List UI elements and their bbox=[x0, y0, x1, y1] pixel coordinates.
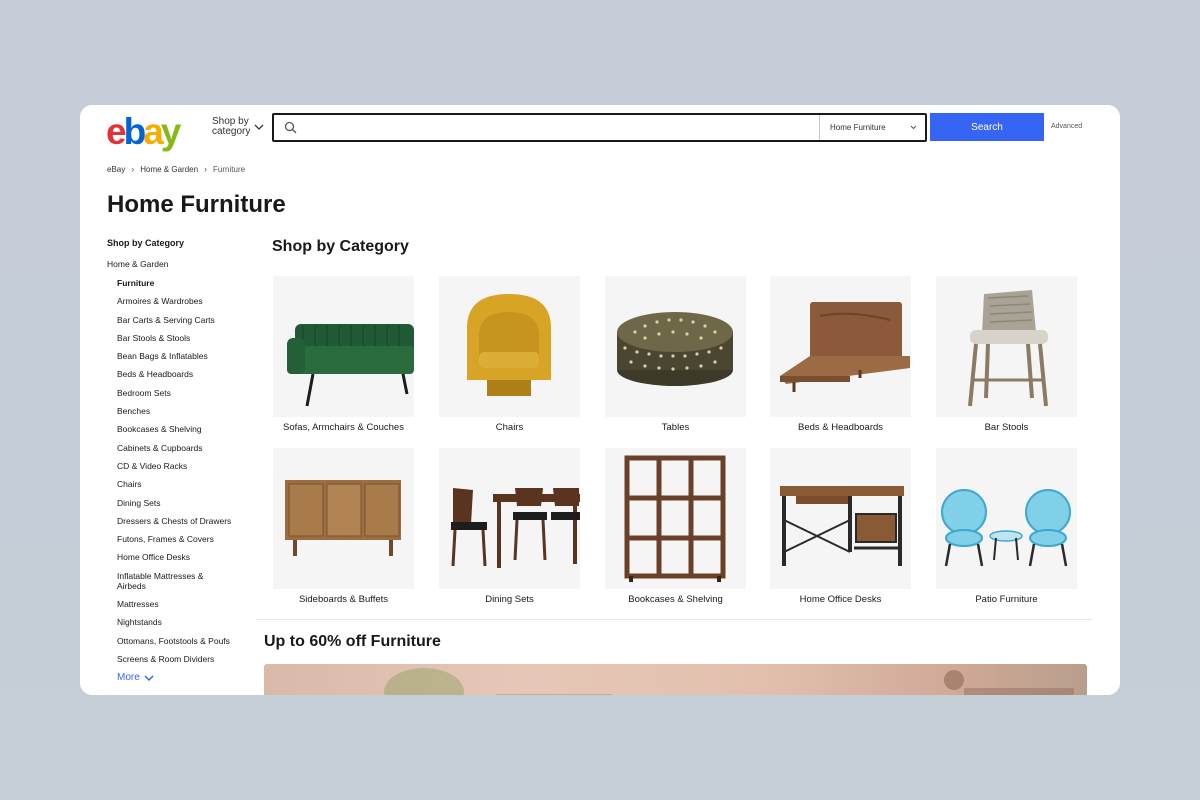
sidebar-item-armoires[interactable]: Armoires & Wardrobes bbox=[117, 296, 257, 306]
category-select[interactable]: Home Furniture bbox=[819, 115, 927, 140]
category-card[interactable]: Tables bbox=[605, 276, 746, 433]
sidebar-parent-link[interactable]: Home & Garden bbox=[107, 259, 257, 269]
breadcrumb-home-garden[interactable]: Home & Garden bbox=[140, 165, 198, 174]
advanced-search-link[interactable]: Advanced bbox=[1051, 123, 1082, 130]
category-image bbox=[605, 276, 746, 417]
category-card[interactable]: Dining Sets bbox=[439, 448, 580, 605]
search-button[interactable]: Search bbox=[930, 113, 1044, 141]
category-sidebar: Shop by Category Home & Garden Furniture… bbox=[107, 238, 257, 683]
breadcrumb-ebay[interactable]: eBay bbox=[107, 165, 125, 174]
category-card[interactable]: Beds & Headboards bbox=[770, 276, 911, 433]
search-bar: Home Furniture bbox=[272, 113, 927, 142]
sidebar-item-chairs[interactable]: Chairs bbox=[117, 479, 257, 489]
sidebar-heading: Shop by Category bbox=[107, 238, 185, 248]
sidebar-item-ottomans[interactable]: Ottomans, Footstools & Poufs bbox=[117, 636, 257, 646]
category-image bbox=[936, 448, 1077, 589]
category-label: Bar Stools bbox=[984, 422, 1029, 433]
sidebar-item-bar-stools[interactable]: Bar Stools & Stools bbox=[117, 333, 257, 343]
sidebar-more-button[interactable]: More bbox=[107, 672, 257, 683]
search-input[interactable] bbox=[304, 117, 814, 138]
category-image bbox=[770, 448, 911, 589]
category-card[interactable]: Home Office Desks bbox=[770, 448, 911, 605]
sidebar-item-dressers[interactable]: Dressers & Chests of Drawers bbox=[117, 516, 257, 526]
category-label: Sofas, Armchairs & Couches bbox=[283, 422, 404, 433]
dining-set-icon bbox=[451, 488, 580, 568]
sidebar-item-bedroom-sets[interactable]: Bedroom Sets bbox=[117, 388, 257, 398]
category-label: Tables bbox=[661, 422, 690, 433]
sidebar-item-bar-carts[interactable]: Bar Carts & Serving Carts bbox=[117, 315, 257, 325]
category-card[interactable]: Sofas, Armchairs & Couches bbox=[273, 276, 414, 433]
chevron-right-icon: › bbox=[204, 164, 208, 174]
armchair-icon bbox=[467, 294, 551, 396]
category-label: Chairs bbox=[495, 422, 524, 433]
patio-chairs-icon bbox=[941, 489, 1071, 567]
logo-letter-a: a bbox=[143, 111, 164, 152]
chevron-down-icon bbox=[910, 125, 917, 130]
sidebar-item-nightstands[interactable]: Nightstands bbox=[117, 617, 257, 627]
breadcrumb-furniture: Furniture bbox=[213, 164, 246, 174]
ebay-logo[interactable]: ebay bbox=[106, 111, 182, 153]
category-image bbox=[605, 448, 746, 589]
sidebar-item-bookcases[interactable]: Bookcases & Shelving bbox=[117, 424, 257, 434]
category-card[interactable]: Chairs bbox=[439, 276, 580, 433]
pouf-table-icon bbox=[617, 312, 733, 386]
category-image bbox=[273, 448, 414, 589]
logo-letter-y: y bbox=[160, 111, 182, 152]
sofa-icon bbox=[287, 324, 414, 407]
category-label: Beds & Headboards bbox=[797, 422, 884, 433]
breadcrumb: eBay › Home & Garden › Furniture bbox=[107, 164, 245, 174]
page-title: Home Furniture bbox=[107, 191, 286, 218]
category-card[interactable]: Bookcases & Shelving bbox=[605, 448, 746, 605]
chevron-down-icon[interactable] bbox=[254, 122, 264, 132]
chevron-right-icon: › bbox=[131, 164, 135, 174]
logo-letter-b: b bbox=[123, 111, 147, 152]
promo-title: Up to 60% off Furniture bbox=[264, 633, 441, 650]
category-card[interactable]: Sideboards & Buffets bbox=[273, 448, 414, 605]
category-image bbox=[439, 448, 580, 589]
shop-by-category-label: Shop by category bbox=[212, 116, 251, 137]
bookcase-icon bbox=[624, 455, 726, 582]
category-image bbox=[770, 276, 911, 417]
category-card[interactable]: Bar Stools bbox=[936, 276, 1077, 433]
sidebar-list: Furniture Armoires & Wardrobes Bar Carts… bbox=[107, 278, 257, 664]
chevron-down-icon bbox=[144, 675, 154, 681]
sidebar-item-cd-racks[interactable]: CD & Video Racks bbox=[117, 461, 257, 471]
category-label: Home Office Desks bbox=[799, 594, 882, 605]
sidebar-item-beds[interactable]: Beds & Headboards bbox=[117, 369, 257, 379]
sidebar-item-screens[interactable]: Screens & Room Dividers bbox=[117, 654, 257, 664]
promo-banner[interactable] bbox=[264, 664, 1087, 695]
logo-letter-e: e bbox=[106, 111, 127, 152]
search-icon bbox=[284, 121, 297, 134]
desk-icon bbox=[780, 486, 904, 566]
sidebar-item-benches[interactable]: Benches bbox=[117, 406, 257, 416]
section-divider bbox=[256, 619, 1092, 620]
category-label: Bookcases & Shelving bbox=[628, 594, 723, 605]
sidebar-item-dining-sets[interactable]: Dining Sets bbox=[117, 498, 257, 508]
sidebar-item-mattresses[interactable]: Mattresses bbox=[117, 599, 257, 609]
sidebar-item-futons[interactable]: Futons, Frames & Covers bbox=[117, 534, 257, 544]
category-label: Dining Sets bbox=[485, 594, 534, 605]
bar-stool-icon bbox=[968, 290, 1048, 407]
sidebar-item-office-desks[interactable]: Home Office Desks bbox=[117, 552, 257, 562]
bed-frame-icon bbox=[780, 302, 910, 392]
browser-window: ebay Shop by category Home Furniture Sea… bbox=[80, 105, 1120, 695]
sidebar-item-bean-bags[interactable]: Bean Bags & Inflatables bbox=[117, 351, 257, 361]
promo-banner-image bbox=[384, 668, 1074, 695]
category-image bbox=[936, 276, 1077, 417]
category-select-value: Home Furniture bbox=[830, 123, 886, 132]
category-image bbox=[439, 276, 580, 417]
sidebar-item-inflatable-mattresses[interactable]: Inflatable Mattresses & Airbeds bbox=[117, 571, 227, 591]
sidebar-item-furniture[interactable]: Furniture bbox=[117, 278, 257, 288]
section-title: Shop by Category bbox=[272, 238, 409, 255]
sideboard-icon bbox=[285, 480, 401, 556]
shop-by-category-button[interactable]: Shop by category bbox=[212, 117, 256, 137]
category-label: Sideboards & Buffets bbox=[298, 594, 389, 605]
sidebar-item-cabinets[interactable]: Cabinets & Cupboards bbox=[117, 443, 257, 453]
sidebar-more-label: More bbox=[117, 672, 140, 684]
category-card[interactable]: Patio Furniture bbox=[936, 448, 1077, 605]
category-label: Patio Furniture bbox=[975, 594, 1038, 605]
category-image bbox=[273, 276, 414, 417]
